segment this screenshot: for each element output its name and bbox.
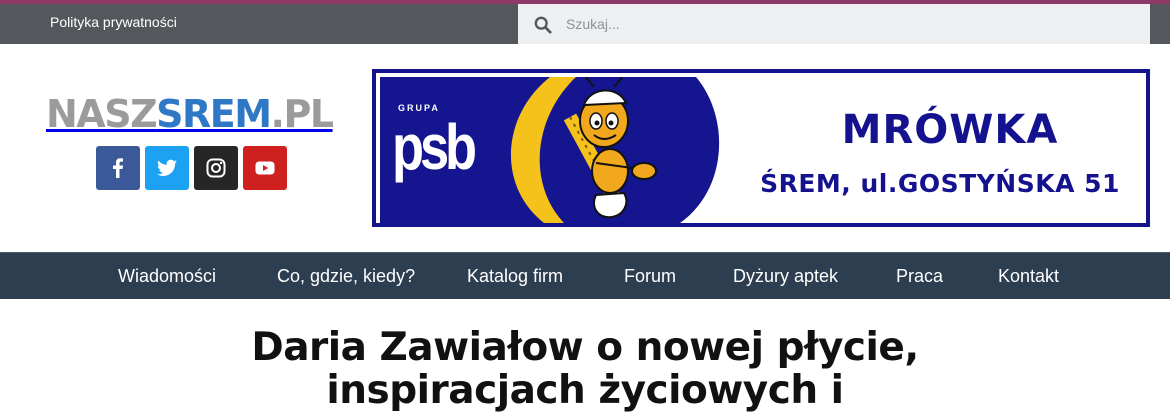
nav-item-dyzury-aptek[interactable]: Dyżury aptek bbox=[733, 253, 838, 300]
instagram-button[interactable] bbox=[194, 146, 238, 190]
nav-item-wiadomosci[interactable]: Wiadomości bbox=[118, 253, 216, 300]
top-bar: Polityka prywatności bbox=[0, 4, 1170, 44]
article-title: Daria Zawiałow o nowej płycie, inspiracj… bbox=[235, 326, 935, 412]
main-navigation: Wiadomości Co, gdzie, kiedy? Katalog fir… bbox=[0, 252, 1170, 299]
youtube-button[interactable] bbox=[243, 146, 287, 190]
search-input[interactable] bbox=[566, 4, 1136, 44]
article-title-line-2: inspiracjach życiowych i bbox=[326, 368, 844, 413]
banner-frame: GRUPA psb MRÓWKA ŚREM, ul.GOSTYŃSKA 51 bbox=[376, 73, 1146, 223]
logo-part-pl: .PL bbox=[270, 92, 335, 136]
ant-mascot-icon bbox=[563, 77, 657, 219]
banner-psb-logo: psb bbox=[392, 111, 477, 183]
site-header: NASZSREM.PL GRUPA psb MRÓWKA ŚREM, ul.GO… bbox=[0, 44, 1170, 252]
twitter-icon bbox=[157, 159, 177, 177]
instagram-icon bbox=[206, 158, 226, 178]
nav-item-praca[interactable]: Praca bbox=[896, 253, 943, 300]
search-box bbox=[518, 4, 1150, 44]
facebook-icon bbox=[113, 158, 123, 178]
facebook-button[interactable] bbox=[96, 146, 140, 190]
privacy-policy-link[interactable]: Polityka prywatności bbox=[50, 4, 177, 44]
logo-part-nasz: NASZ bbox=[46, 92, 158, 136]
logo-part-srem: SREM bbox=[156, 92, 272, 136]
search-icon[interactable] bbox=[534, 16, 552, 34]
nav-item-kontakt[interactable]: Kontakt bbox=[998, 253, 1059, 300]
advertisement-banner[interactable]: GRUPA psb MRÓWKA ŚREM, ul.GOSTYŃSKA 51 bbox=[372, 69, 1150, 227]
nav-item-forum[interactable]: Forum bbox=[624, 253, 676, 300]
twitter-button[interactable] bbox=[145, 146, 189, 190]
youtube-icon bbox=[255, 161, 275, 175]
nav-item-co-gdzie-kiedy[interactable]: Co, gdzie, kiedy? bbox=[277, 253, 415, 300]
banner-title: MRÓWKA bbox=[841, 107, 1059, 153]
nav-item-katalog-firm[interactable]: Katalog firm bbox=[467, 253, 563, 300]
site-logo[interactable]: NASZSREM.PL bbox=[46, 92, 335, 136]
banner-background: GRUPA psb MRÓWKA ŚREM, ul.GOSTYŃSKA 51 bbox=[380, 77, 1146, 223]
banner-address: ŚREM, ul.GOSTYŃSKA 51 bbox=[760, 169, 1120, 198]
article-title-line-1: Daria Zawiałow o nowej płycie, bbox=[251, 325, 919, 370]
